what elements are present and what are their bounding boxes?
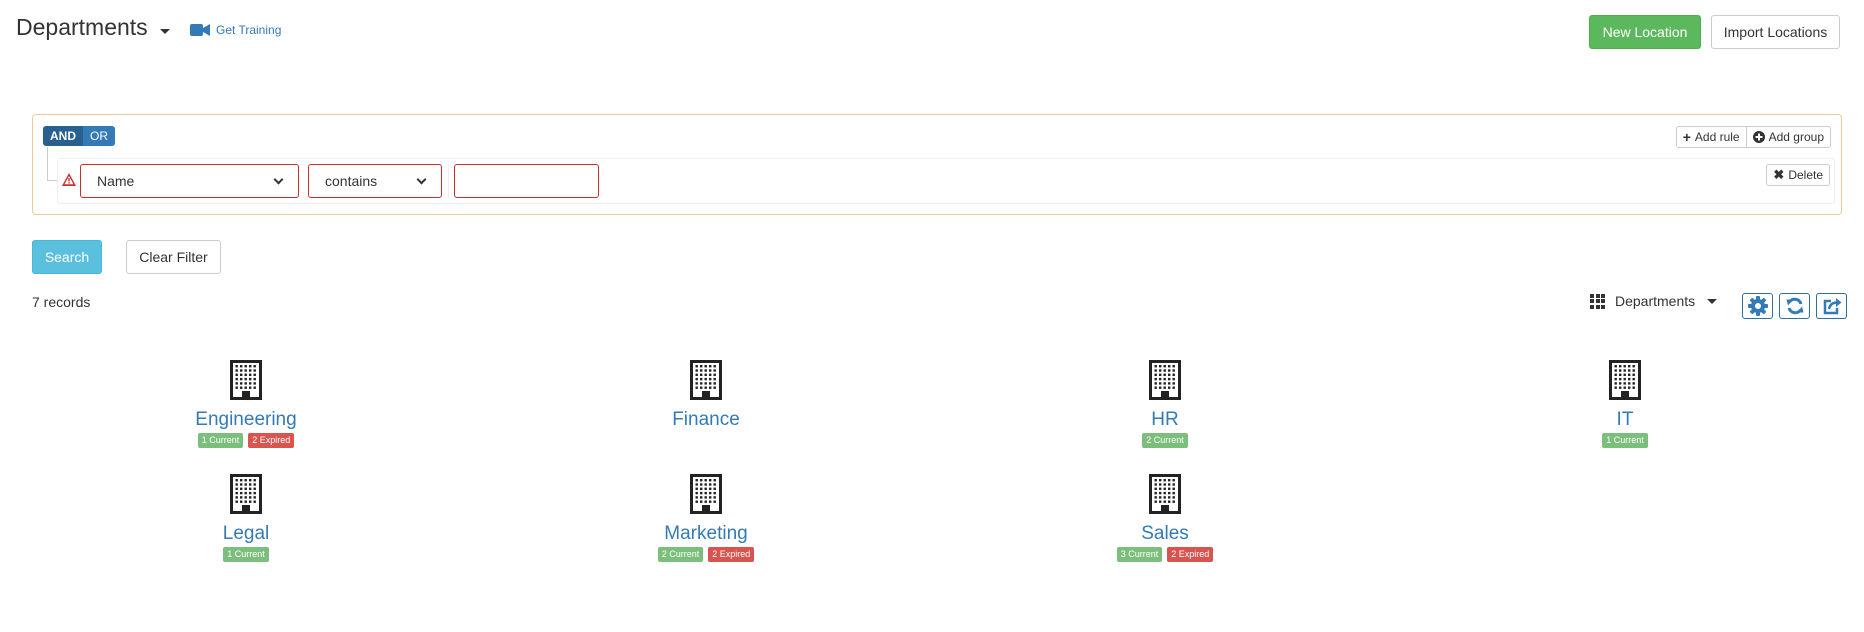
department-card[interactable]: HR 2 Current <box>1065 360 1265 448</box>
refresh-button[interactable] <box>1779 293 1810 319</box>
grid-icon <box>1590 293 1605 309</box>
building-icon <box>690 360 722 403</box>
view-selector-label: Departments <box>1615 293 1696 309</box>
filter-rule: Name contains ✖ Delete <box>57 158 1835 204</box>
add-rule-label: Add rule <box>1694 130 1740 144</box>
chevron-down-icon <box>273 174 284 184</box>
add-group-label: Add group <box>1768 130 1824 144</box>
filter-value-input[interactable] <box>454 164 599 198</box>
video-camera-icon <box>190 24 210 36</box>
expired-badge: 2 Expired <box>1167 547 1214 562</box>
or-button[interactable]: OR <box>83 126 115 146</box>
department-name-link[interactable]: Engineering <box>195 409 296 431</box>
current-badge: 1 Current <box>223 547 269 562</box>
building-icon <box>1609 360 1641 403</box>
building-icon <box>230 474 262 517</box>
building-icon <box>690 474 722 517</box>
operator-select-value: contains <box>325 173 378 189</box>
rule-divider <box>448 164 449 198</box>
get-training-link[interactable]: Get Training <box>190 23 281 37</box>
department-name-link[interactable]: Legal <box>223 523 270 545</box>
current-badge: 2 Current <box>657 547 704 562</box>
clear-filter-button[interactable]: Clear Filter <box>126 240 221 274</box>
current-badge: 3 Current <box>1116 547 1163 562</box>
department-card[interactable]: Engineering 1 Current 2 Expired <box>146 360 346 448</box>
department-card[interactable]: Marketing 2 Current 2 Expired <box>606 474 806 562</box>
department-badges: 2 Current 2 Expired <box>657 547 755 562</box>
field-select[interactable]: Name <box>80 164 299 198</box>
department-badges: 1 Current <box>223 547 269 562</box>
add-rule-button[interactable]: + Add rule <box>1675 126 1747 148</box>
department-name-link[interactable]: Marketing <box>664 523 747 545</box>
settings-button[interactable] <box>1742 293 1773 319</box>
department-card[interactable]: Legal 1 Current <box>146 474 346 562</box>
department-name-link[interactable]: Sales <box>1141 523 1189 545</box>
and-or-toggle: AND OR <box>43 126 115 146</box>
view-selector[interactable]: Departments <box>1590 293 1718 309</box>
query-builder: AND OR + Add rule Add group Name contain… <box>32 114 1842 215</box>
expired-badge: 2 Expired <box>248 433 295 448</box>
building-icon <box>1149 360 1181 403</box>
page-title-text: Departments <box>16 14 148 40</box>
building-icon <box>230 360 262 403</box>
share-icon <box>1823 298 1841 315</box>
department-card[interactable]: IT 1 Current <box>1525 360 1725 448</box>
import-locations-button[interactable]: Import Locations <box>1711 15 1840 49</box>
rule-group-actions: + Add rule Add group <box>1675 126 1831 148</box>
refresh-icon <box>1786 297 1803 315</box>
current-badge: 1 Current <box>197 433 244 448</box>
field-select-value: Name <box>97 173 135 189</box>
delete-rule-button[interactable]: ✖ Delete <box>1766 164 1830 186</box>
department-badges: 2 Current <box>1142 433 1188 448</box>
times-icon: ✖ <box>1773 167 1785 182</box>
and-button[interactable]: AND <box>43 126 83 146</box>
building-icon <box>1149 474 1181 517</box>
search-button[interactable]: Search <box>32 240 102 274</box>
caret-down-icon <box>1707 299 1718 304</box>
delete-label: Delete <box>1788 168 1823 182</box>
records-count: 7 records <box>32 294 91 310</box>
current-badge: 1 Current <box>1602 433 1648 448</box>
department-badges: 1 Current <box>1602 433 1648 448</box>
get-training-label: Get Training <box>216 23 282 37</box>
department-grid: Engineering 1 Current 2 Expired Finance HR 2 … <box>0 360 1864 585</box>
department-name-link[interactable]: IT <box>1617 409 1634 431</box>
page-title[interactable]: Departments <box>16 14 170 41</box>
department-badges: 3 Current 2 Expired <box>1116 547 1214 562</box>
export-button[interactable] <box>1816 293 1847 319</box>
department-name-link[interactable]: Finance <box>672 409 740 431</box>
plus-circle-icon <box>1752 131 1765 143</box>
expired-badge: 2 Expired <box>708 547 755 562</box>
gear-icon <box>1747 296 1768 316</box>
department-card[interactable]: Sales 3 Current 2 Expired <box>1065 474 1265 562</box>
operator-select[interactable]: contains <box>308 164 442 198</box>
add-group-button[interactable]: Add group <box>1746 126 1831 148</box>
plus-icon: + <box>1682 129 1691 145</box>
department-badges: 1 Current 2 Expired <box>197 433 295 448</box>
new-location-button[interactable]: New Location <box>1589 15 1701 49</box>
department-card[interactable]: Finance <box>606 360 806 448</box>
warning-icon <box>62 173 76 186</box>
caret-down-icon[interactable] <box>159 29 170 34</box>
department-name-link[interactable]: HR <box>1151 409 1178 431</box>
current-badge: 2 Current <box>1142 433 1188 448</box>
chevron-down-icon <box>416 174 427 184</box>
